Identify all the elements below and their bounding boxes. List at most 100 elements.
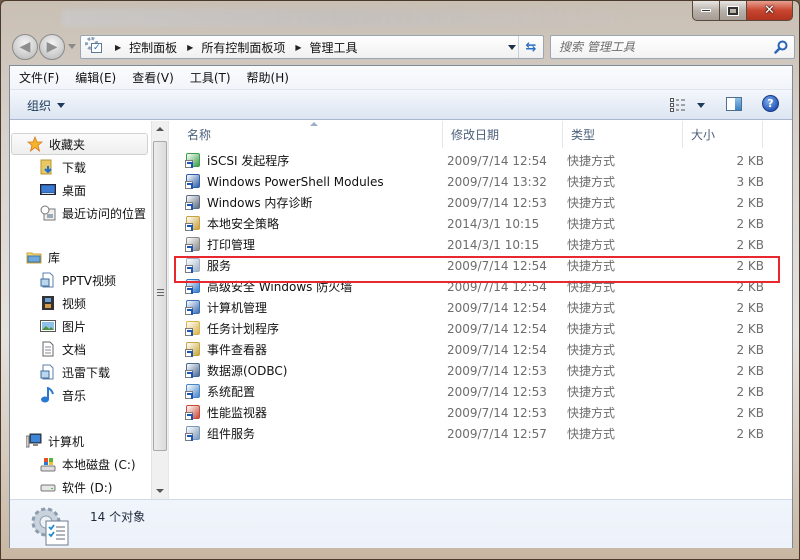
nav-downloads[interactable]: 下载 bbox=[40, 156, 86, 178]
file-list: 名称 修改日期 类型 大小 iSCSI 发起程序 2009/7/14 12:54 快… bbox=[168, 121, 792, 499]
scroll-down-icon[interactable] bbox=[156, 489, 164, 493]
menu-view[interactable]: 查看(V) bbox=[132, 69, 174, 86]
close-button[interactable]: ✕ bbox=[747, 1, 793, 21]
file-date: 2009/7/14 12:54 bbox=[447, 321, 547, 336]
menu-help[interactable]: 帮助(H) bbox=[247, 69, 289, 86]
breadcrumb-separator-icon[interactable]: ▶ bbox=[187, 43, 193, 52]
file-size: 2 KB bbox=[736, 321, 764, 336]
file-type: 快捷方式 bbox=[567, 343, 616, 357]
column-header-name[interactable]: 名称 bbox=[179, 121, 443, 148]
library-folder-icon bbox=[40, 272, 54, 288]
file-row[interactable]: 任务计划程序 2009/7/14 12:54 快捷方式 2 KB bbox=[179, 318, 774, 339]
help-button[interactable]: ? bbox=[762, 95, 779, 112]
nav-libraries[interactable]: 库 bbox=[26, 246, 60, 268]
shortcut-arrow-icon bbox=[185, 202, 193, 210]
nav-favorites-label: 收藏夹 bbox=[49, 137, 86, 152]
file-row[interactable]: Windows 内存诊断 2009/7/14 12:53 快捷方式 2 KB bbox=[179, 192, 774, 213]
forward-button[interactable]: ▶ bbox=[39, 34, 65, 60]
admin-tools-icon bbox=[31, 507, 69, 546]
nav-favorites[interactable]: 收藏夹 bbox=[11, 133, 148, 155]
menu-file[interactable]: 文件(F) bbox=[19, 69, 59, 86]
scrollbar-thumb[interactable] bbox=[153, 141, 167, 451]
file-row[interactable]: 事件查看器 2009/7/14 12:54 快捷方式 2 KB bbox=[179, 339, 774, 360]
navigation-pane: 收藏夹 下载 桌面 最近访问的位置 库 PPTV视频 视频 图片 文档 迅雷下载… bbox=[10, 121, 167, 499]
file-row[interactable]: 高级安全 Windows 防火墙 2009/7/14 12:54 快捷方式 2 KB bbox=[179, 276, 774, 297]
shortcut-arrow-icon bbox=[185, 181, 193, 189]
nav-documents[interactable]: 文档 bbox=[40, 338, 86, 360]
file-size: 2 KB bbox=[736, 300, 764, 315]
recent-pages-dropdown[interactable] bbox=[68, 44, 76, 49]
item-count: 14 个对象 bbox=[90, 510, 146, 524]
breadcrumb-admin-tools[interactable]: 管理工具 bbox=[310, 39, 358, 56]
file-row[interactable]: 计算机管理 2009/7/14 12:54 快捷方式 2 KB bbox=[179, 297, 774, 318]
file-row[interactable]: 打印管理 2014/3/1 10:15 快捷方式 2 KB bbox=[179, 234, 774, 255]
preview-pane-button[interactable] bbox=[726, 97, 742, 111]
nav-computer[interactable]: 计算机 bbox=[26, 430, 84, 452]
nav-xunlei-downloads[interactable]: 迅雷下载 bbox=[40, 361, 110, 383]
nav-recent-places[interactable]: 最近访问的位置 bbox=[40, 202, 146, 224]
refresh-button[interactable]: ⇆ bbox=[518, 36, 543, 58]
file-name: 计算机管理 bbox=[207, 301, 268, 315]
file-name: iSCSI 发起程序 bbox=[207, 154, 290, 168]
nav-xunlei-downloads-label: 迅雷下载 bbox=[62, 365, 111, 380]
file-name: 任务计划程序 bbox=[207, 322, 280, 336]
address-history-dropdown[interactable] bbox=[508, 45, 516, 50]
column-date-label: 修改日期 bbox=[451, 128, 500, 142]
file-size: 2 KB bbox=[736, 237, 764, 252]
nav-software-d[interactable]: 软件 (D:) bbox=[40, 476, 112, 498]
maximize-button[interactable] bbox=[720, 1, 747, 21]
breadcrumb-separator-icon[interactable]: ▶ bbox=[115, 43, 121, 52]
nav-videos-label: 视频 bbox=[62, 296, 87, 311]
nav-local-disk-c[interactable]: 本地磁盘 (C:) bbox=[40, 453, 136, 475]
documents-icon bbox=[42, 341, 54, 357]
back-button[interactable]: ◀ bbox=[12, 34, 38, 60]
file-row[interactable]: 数据源(ODBC) 2009/7/14 12:53 快捷方式 2 KB bbox=[179, 360, 774, 381]
nav-libraries-label: 库 bbox=[48, 250, 61, 265]
file-row[interactable]: 组件服务 2009/7/14 12:57 快捷方式 2 KB bbox=[179, 423, 774, 444]
file-row[interactable]: Windows PowerShell Modules 2009/7/14 13:3… bbox=[179, 171, 774, 192]
minimize-button[interactable] bbox=[692, 1, 720, 21]
column-header-date[interactable]: 修改日期 bbox=[443, 121, 563, 148]
nav-music[interactable]: 音乐 bbox=[40, 384, 86, 406]
file-date: 2009/7/14 12:53 bbox=[447, 363, 547, 378]
menu-tools[interactable]: 工具(T) bbox=[190, 69, 231, 86]
search-input[interactable] bbox=[559, 39, 764, 55]
forward-arrow-icon: ▶ bbox=[46, 39, 58, 55]
menu-edit[interactable]: 编辑(E) bbox=[75, 69, 116, 86]
search-icon[interactable] bbox=[774, 40, 788, 54]
shortcut-arrow-icon bbox=[185, 307, 193, 315]
file-type: 快捷方式 bbox=[567, 364, 616, 378]
scroll-up-icon[interactable] bbox=[156, 127, 164, 131]
file-row[interactable]: 本地安全策略 2014/3/1 10:15 快捷方式 2 KB bbox=[179, 213, 774, 234]
address-bar[interactable]: ✓ ▶ 控制面板 ▶ 所有控制面板项 ▶ 管理工具 ⇆ bbox=[80, 35, 544, 59]
nav-pptv-videos[interactable]: PPTV视频 bbox=[40, 269, 116, 291]
column-header-size[interactable]: 大小 bbox=[683, 121, 763, 148]
file-type: 快捷方式 bbox=[567, 238, 616, 252]
view-options-dropdown[interactable] bbox=[697, 103, 705, 108]
navigation-pane-scrollbar[interactable] bbox=[151, 121, 168, 499]
file-name: 事件查看器 bbox=[207, 343, 268, 357]
nav-desktop[interactable]: 桌面 bbox=[40, 179, 86, 201]
change-view-icon[interactable] bbox=[670, 98, 686, 112]
breadcrumb-all-items[interactable]: 所有控制面板项 bbox=[201, 39, 285, 56]
file-type: 快捷方式 bbox=[567, 322, 616, 336]
file-name: Windows PowerShell Modules bbox=[207, 174, 384, 189]
event-viewer-icon bbox=[185, 341, 201, 357]
file-row[interactable]: iSCSI 发起程序 2009/7/14 12:54 快捷方式 2 KB bbox=[179, 150, 774, 171]
services-gear-icon bbox=[185, 257, 201, 273]
breadcrumb-control-panel[interactable]: 控制面板 bbox=[129, 39, 177, 56]
file-row[interactable]: 系统配置 2009/7/14 12:53 快捷方式 2 KB bbox=[179, 381, 774, 402]
file-name: 组件服务 bbox=[207, 427, 256, 441]
breadcrumb-separator-icon[interactable]: ▶ bbox=[295, 43, 301, 52]
shortcut-arrow-icon bbox=[185, 349, 193, 357]
column-header-type[interactable]: 类型 bbox=[563, 121, 683, 148]
column-name-label: 名称 bbox=[187, 128, 212, 142]
organize-button[interactable]: 组织 bbox=[27, 97, 66, 114]
file-size: 2 KB bbox=[736, 384, 764, 399]
shortcut-arrow-icon bbox=[185, 244, 193, 252]
nav-videos[interactable]: 视频 bbox=[40, 292, 86, 314]
file-row[interactable]: 服务 2009/7/14 12:54 快捷方式 2 KB bbox=[179, 255, 774, 276]
file-row[interactable]: 性能监视器 2009/7/14 12:53 快捷方式 2 KB bbox=[179, 402, 774, 423]
nav-desktop-label: 桌面 bbox=[62, 183, 87, 198]
nav-pictures[interactable]: 图片 bbox=[40, 315, 86, 337]
